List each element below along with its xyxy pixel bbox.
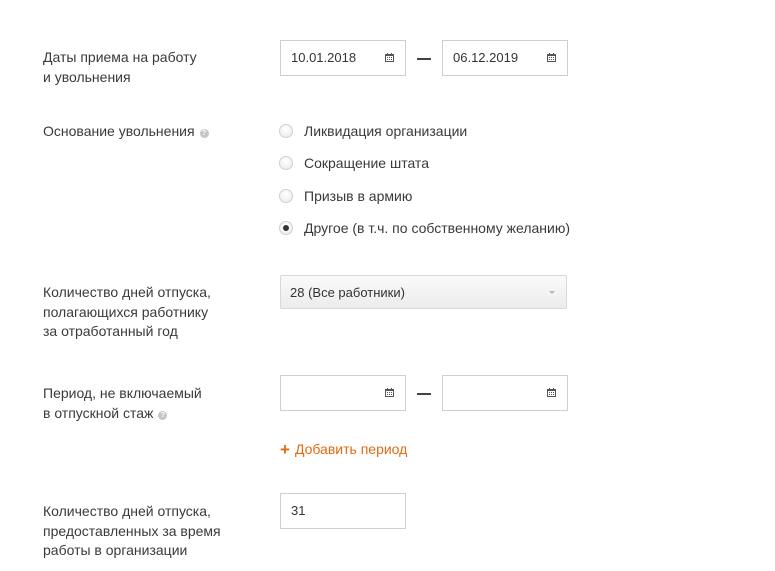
days-granted-label: Количество дней отпуска, предоставленных… — [43, 503, 221, 558]
date-range-dash — [417, 393, 431, 395]
calendar-icon[interactable] — [547, 388, 556, 397]
vacation-days-select[interactable]: 28 (Все работники) — [280, 275, 567, 309]
add-period-link[interactable]: + Добавить период — [280, 439, 407, 459]
date-range-dash — [417, 58, 431, 60]
help-icon[interactable]: ? — [158, 410, 168, 420]
vacation-days-selected-value: 28 (Все работники) — [290, 285, 405, 300]
days-granted-input[interactable]: 31 — [280, 493, 406, 529]
excluded-period-start-field[interactable] — [280, 375, 406, 411]
radio-button[interactable] — [279, 156, 293, 170]
calendar-icon[interactable] — [385, 388, 394, 397]
vacation-days-label: Количество дней отпуска, полагающихся ра… — [43, 284, 211, 339]
calendar-icon[interactable] — [547, 53, 556, 62]
chevron-down-icon — [549, 291, 555, 294]
days-granted-value: 31 — [291, 503, 306, 518]
radio-button[interactable] — [279, 189, 293, 203]
hire-date-value: 10.01.2018 — [291, 50, 357, 65]
plus-icon: + — [280, 440, 290, 459]
excluded-period-end-field[interactable] — [442, 375, 568, 411]
excluded-period-label: Период, не включаемый в отпускной стаж? — [43, 385, 202, 421]
calendar-icon[interactable] — [385, 53, 394, 62]
employment-dates-label: Даты приема на работу и увольнения — [43, 49, 197, 85]
dismissal-reason-label: Основание увольнения? — [43, 122, 209, 142]
dismissal-date-value: 06.12.2019 — [453, 50, 519, 65]
radio-button-checked[interactable] — [279, 221, 293, 235]
dismissal-date-field[interactable]: 06.12.2019 — [442, 40, 568, 76]
help-icon[interactable]: ? — [199, 129, 209, 138]
radio-button[interactable] — [279, 124, 293, 138]
hire-date-field[interactable]: 10.01.2018 — [280, 40, 406, 76]
